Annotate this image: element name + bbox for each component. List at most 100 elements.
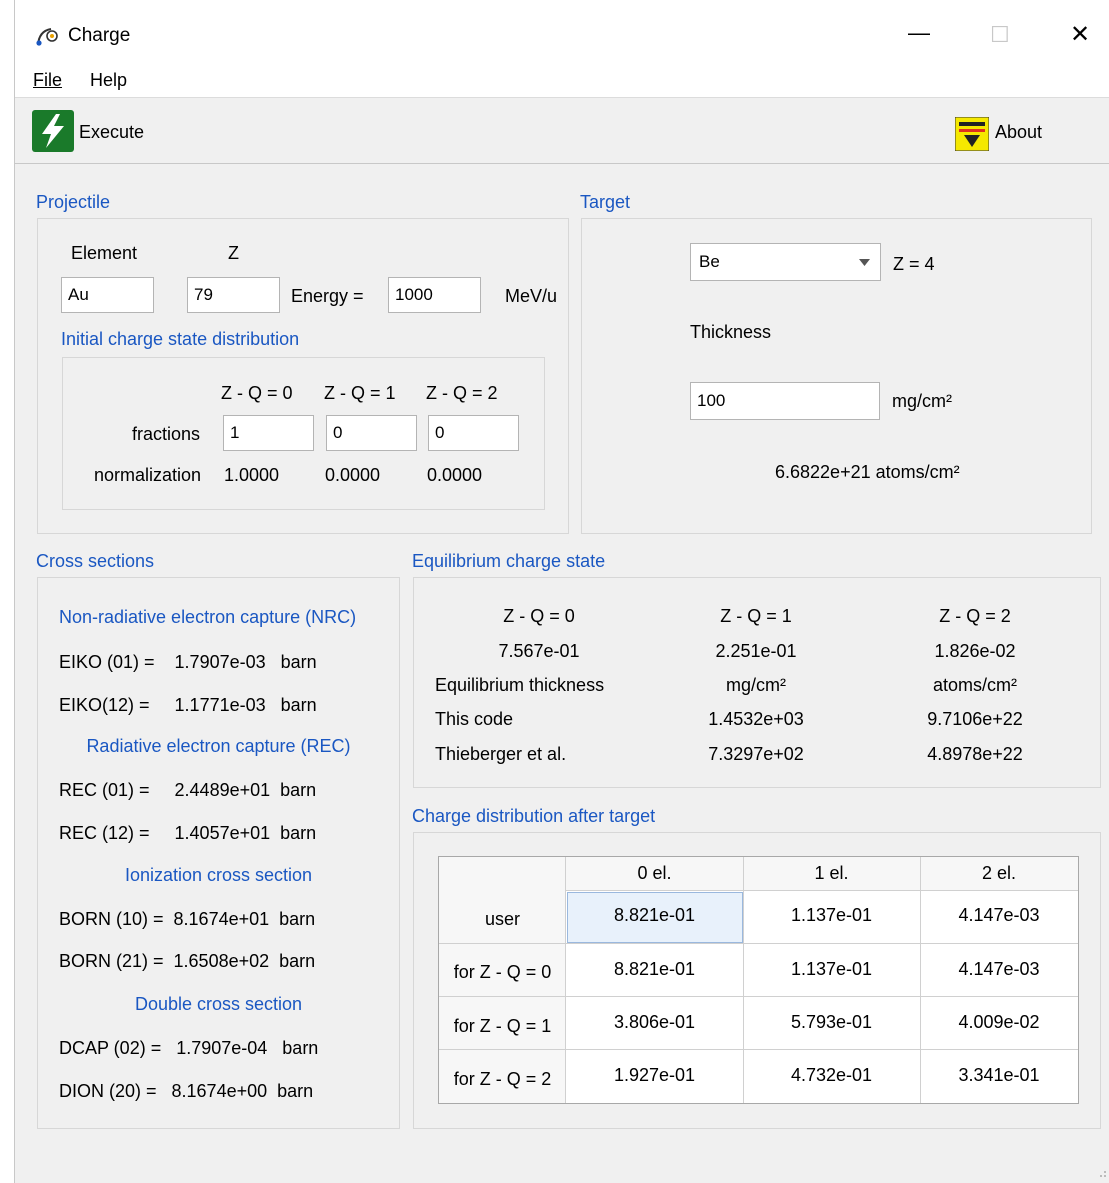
execute-button[interactable]: [32, 110, 74, 152]
eq-value: 7.567e-01: [498, 641, 580, 661]
target-element-select[interactable]: Be: [690, 243, 881, 281]
eq-unit-mg: mg/cm²: [726, 675, 786, 695]
table-cell[interactable]: 4.147e-03: [920, 905, 1078, 926]
thieberger-atoms: 4.8978e+22: [927, 744, 1023, 764]
about-button[interactable]: [954, 116, 990, 152]
normalization-value: 1.0000: [224, 465, 280, 485]
z-input[interactable]: 79: [187, 277, 280, 313]
fractions-label: fractions: [132, 424, 201, 444]
normalization-value: 0.0000: [325, 465, 381, 485]
distribution-table[interactable]: 0 el. 1 el. 2 el. user 8.821e-01 1.137e-…: [438, 856, 1079, 1104]
thickness-input[interactable]: 100: [690, 382, 880, 420]
row-label[interactable]: user: [439, 909, 566, 930]
minimize-button[interactable]: —: [908, 20, 930, 46]
target-z-text: Z = 4: [893, 254, 935, 274]
z-label: Z: [228, 243, 239, 263]
rec01-text: REC (01) = 2.4489e+01 barn: [59, 780, 317, 800]
this-code-atoms: 9.7106e+22: [927, 709, 1023, 729]
menu-bar: File Help: [15, 66, 1109, 98]
column-header[interactable]: 0 el.: [566, 863, 743, 884]
target-group: Be Z = 4 Thickness 100 mg/cm² 6.6822e+21…: [581, 218, 1092, 534]
eq-value: 2.251e-01: [715, 641, 797, 661]
rec-title: Radiative electron capture (REC): [86, 736, 351, 756]
energy-unit: MeV/u: [505, 286, 558, 306]
window-title: Charge: [68, 25, 131, 46]
menu-help[interactable]: Help: [90, 70, 127, 91]
about-icon: [954, 116, 990, 152]
dcap02-text: DCAP (02) = 1.7907e-04 barn: [59, 1038, 319, 1058]
row-label[interactable]: for Z - Q = 2: [439, 1069, 566, 1090]
row-divider: [439, 943, 1078, 944]
ionization-title: Ionization cross section: [124, 865, 313, 885]
eq-header: Z - Q = 2: [939, 606, 1011, 626]
projectile-group: Element Z Au 79 Energy = 1000 MeV/u Init…: [37, 218, 569, 534]
row-label[interactable]: for Z - Q = 0: [439, 962, 566, 983]
eiko01-text: EIKO (01) = 1.7907e-03 barn: [59, 652, 317, 672]
element-label: Element: [71, 243, 138, 263]
maximize-button[interactable]: ☐: [990, 22, 1010, 48]
table-cell[interactable]: 5.793e-01: [743, 1012, 920, 1033]
fraction-input[interactable]: 0: [326, 415, 417, 451]
table-cell[interactable]: 4.147e-03: [920, 959, 1078, 980]
this-code-mg: 1.4532e+03: [708, 709, 804, 729]
distribution-group: 0 el. 1 el. 2 el. user 8.821e-01 1.137e-…: [413, 832, 1101, 1129]
column-header[interactable]: 1 el.: [743, 863, 920, 884]
charge-window: Charge — ☐ ✕ File Help Execute About Pro…: [14, 0, 1109, 1183]
dion20-text: DION (20) = 8.1674e+00 barn: [59, 1081, 314, 1101]
atoms-text: 6.6822e+21 atoms/cm²: [775, 462, 960, 482]
resize-grip-icon[interactable]: [1095, 1168, 1107, 1180]
close-button[interactable]: ✕: [1070, 20, 1090, 49]
cross-sections-group: Non-radiative electron capture (NRC) EIK…: [37, 577, 400, 1129]
table-cell[interactable]: 8.821e-01: [566, 905, 743, 926]
fraction-input[interactable]: 0: [428, 415, 519, 451]
eq-unit-atoms: atoms/cm²: [932, 675, 1017, 695]
initial-col-header: Z - Q = 1: [324, 383, 396, 403]
double-title: Double cross section: [134, 994, 303, 1014]
column-header[interactable]: 2 el.: [920, 863, 1078, 884]
table-cell[interactable]: 1.137e-01: [743, 905, 920, 926]
app-icon: [36, 28, 58, 46]
row-divider: [439, 996, 1078, 997]
energy-label: Energy =: [291, 286, 364, 306]
initial-distribution-title: Initial charge state distribution: [61, 329, 300, 349]
menu-file-label: File: [33, 70, 63, 90]
eq-header: Z - Q = 1: [720, 606, 792, 626]
title-bar: Charge — ☐ ✕: [15, 0, 1109, 66]
toolbar: Execute About: [15, 98, 1109, 164]
thieberger-label: Thieberger et al.: [435, 744, 567, 764]
distribution-title: Charge distribution after target: [412, 806, 656, 826]
projectile-title: Projectile: [36, 192, 111, 212]
table-cell[interactable]: 3.341e-01: [920, 1065, 1078, 1086]
eq-header: Z - Q = 0: [503, 606, 575, 626]
table-cell[interactable]: 8.821e-01: [566, 959, 743, 980]
thieberger-mg: 7.3297e+02: [708, 744, 804, 764]
equilibrium-group: Z - Q = 0 Z - Q = 1 Z - Q = 2 7.567e-01 …: [413, 577, 1101, 788]
chevron-down-icon: [859, 259, 870, 266]
about-label[interactable]: About: [995, 122, 1042, 143]
row-label[interactable]: for Z - Q = 1: [439, 1016, 566, 1037]
table-cell[interactable]: 3.806e-01: [566, 1012, 743, 1033]
table-cell[interactable]: 4.732e-01: [743, 1065, 920, 1086]
fraction-input[interactable]: 1: [223, 415, 314, 451]
nrc-title: Non-radiative electron capture (NRC): [59, 607, 357, 627]
eq-value: 1.826e-02: [934, 641, 1016, 661]
menu-file[interactable]: File: [33, 70, 62, 91]
born10-text: BORN (10) = 8.1674e+01 barn: [59, 909, 316, 929]
normalization-label: normalization: [94, 465, 202, 485]
this-code-label: This code: [435, 709, 514, 729]
cross-sections-title: Cross sections: [36, 551, 155, 571]
born21-text: BORN (21) = 1.6508e+02 barn: [59, 951, 316, 971]
element-input[interactable]: Au: [61, 277, 154, 313]
table-cell[interactable]: 1.137e-01: [743, 959, 920, 980]
normalization-value: 0.0000: [427, 465, 483, 485]
row-divider: [439, 1049, 1078, 1050]
table-cell[interactable]: 1.927e-01: [566, 1065, 743, 1086]
table-cell[interactable]: 4.009e-02: [920, 1012, 1078, 1033]
execute-label[interactable]: Execute: [79, 122, 144, 143]
eiko12-text: EIKO(12) = 1.1771e-03 barn: [59, 695, 317, 715]
energy-input[interactable]: 1000: [388, 277, 481, 313]
lightning-icon: [32, 110, 74, 152]
thickness-label: Thickness: [690, 322, 772, 342]
target-element-value: Be: [699, 252, 720, 271]
initial-col-header: Z - Q = 2: [426, 383, 498, 403]
